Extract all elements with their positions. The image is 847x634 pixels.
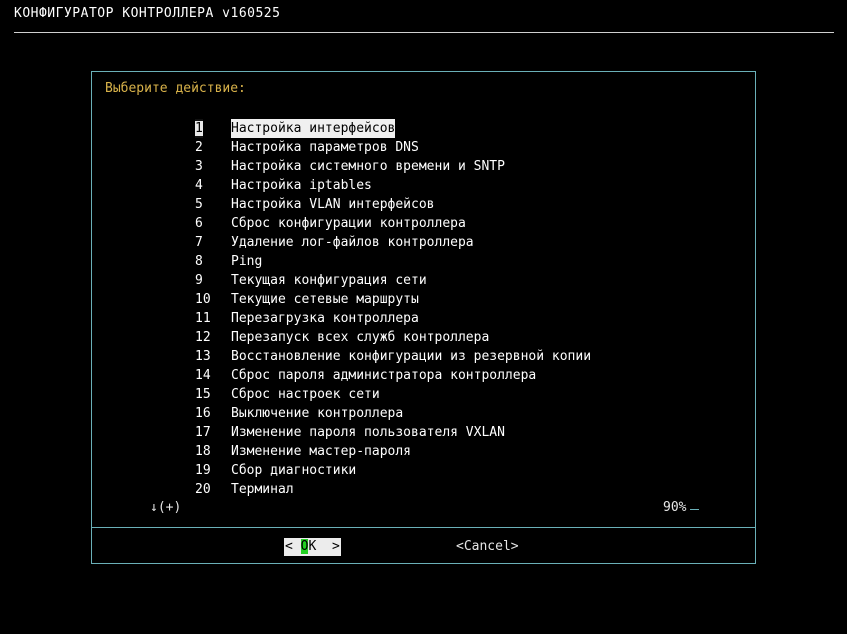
menu-item-key: 10	[195, 292, 211, 307]
menu-item-key: 6	[195, 216, 203, 231]
more-items-indicator: ↓(+)	[150, 500, 182, 515]
menu-item-3[interactable]: 3 Настройка системного времени и SNTP	[92, 157, 755, 176]
menu-item-10[interactable]: 10 Текущие сетевые маршруты	[92, 290, 755, 309]
menu-item-16[interactable]: 16 Выключение контроллера	[92, 404, 755, 423]
menu-item-key: 1	[195, 119, 203, 138]
ok-button[interactable]: < OK >	[284, 538, 341, 556]
menu-item-key: 16	[195, 406, 211, 421]
menu-item-11[interactable]: 11 Перезагрузка контроллера	[92, 309, 755, 328]
button-row-divider	[92, 527, 755, 528]
menu-item-4[interactable]: 4 Настройка iptables	[92, 176, 755, 195]
menu-item-label: Настройка интерфейсов	[231, 119, 396, 138]
menu-item-key: 9	[195, 273, 203, 288]
dialog-prompt: Выберите действие:	[105, 81, 246, 96]
title-divider	[14, 32, 834, 33]
menu-item-label: Настройка VLAN интерфейсов	[231, 197, 435, 212]
menu-item-label: Настройка параметров DNS	[231, 140, 419, 155]
menu-item-label: Сбор диагностики	[231, 463, 357, 478]
menu-item-6[interactable]: 6 Сброс конфигурации контроллера	[92, 214, 755, 233]
menu-item-9[interactable]: 9 Текущая конфигурация сети	[92, 271, 755, 290]
menu-item-label: Удаление лог-файлов контроллера	[231, 235, 474, 250]
menu-item-label: Терминал	[231, 482, 294, 497]
menu-item-label: Сброс настроек сети	[231, 387, 380, 402]
menu-item-label: Ping	[231, 254, 263, 269]
menu-list: 1 Настройка интерфейсов 2 Настройка парамет…	[92, 119, 755, 499]
menu-item-label: Настройка iptables	[231, 178, 372, 193]
menu-item-label: Выключение контроллера	[231, 406, 404, 421]
app-title: КОНФИГУРАТОР КОНТРОЛЛЕРА v160525	[14, 6, 281, 21]
menu-item-key: 3	[195, 159, 203, 174]
menu-item-5[interactable]: 5 Настройка VLAN интерфейсов	[92, 195, 755, 214]
menu-item-key: 15	[195, 387, 211, 402]
menu-item-label: Текущая конфигурация сети	[231, 273, 427, 288]
menu-item-2[interactable]: 2 Настройка параметров DNS	[92, 138, 755, 157]
menu-dialog: Выберите действие: 1 Настройка интерфейсо…	[91, 71, 756, 564]
menu-item-key: 14	[195, 368, 211, 383]
menu-item-key: 17	[195, 425, 211, 440]
menu-item-20[interactable]: 20 Терминал	[92, 480, 755, 499]
menu-item-label: Изменение пароля пользователя VXLAN	[231, 425, 505, 440]
menu-item-key: 5	[195, 197, 203, 212]
menu-item-13[interactable]: 13 Восстановление конфигурации из резервн…	[92, 347, 755, 366]
menu-item-key: 2	[195, 140, 203, 155]
menu-item-label: Перезапуск всех служб контроллера	[231, 330, 490, 345]
menu-item-key: 11	[195, 311, 211, 326]
menu-item-key: 19	[195, 463, 211, 478]
ok-button-rest: K >	[308, 539, 340, 554]
menu-item-19[interactable]: 19 Сбор диагностики	[92, 461, 755, 480]
menu-item-label: Сброс пароля администратора контроллера	[231, 368, 537, 383]
scroll-indicator-bar	[690, 509, 699, 510]
cancel-button[interactable]: <Cancel>	[456, 538, 519, 556]
menu-item-key: 13	[195, 349, 211, 364]
menu-item-15[interactable]: 15 Сброс настроек сети	[92, 385, 755, 404]
scroll-percent: 90%	[663, 500, 687, 515]
menu-item-key-cursor: 1	[195, 121, 203, 136]
menu-item-label: Настройка системного времени и SNTP	[231, 159, 505, 174]
menu-item-label: Изменение мастер-пароля	[231, 444, 412, 459]
menu-item-key: 12	[195, 330, 211, 345]
menu-item-17[interactable]: 17 Изменение пароля пользователя VXLAN	[92, 423, 755, 442]
menu-item-14[interactable]: 14 Сброс пароля администратора контроллер…	[92, 366, 755, 385]
ok-button-left: <	[285, 539, 301, 554]
menu-item-key: 4	[195, 178, 203, 193]
menu-item-12[interactable]: 12 Перезапуск всех служб контроллера	[92, 328, 755, 347]
menu-item-label: Сброс конфигурации контроллера	[231, 216, 466, 231]
menu-item-label: Текущие сетевые маршруты	[231, 292, 419, 307]
menu-item-7[interactable]: 7 Удаление лог-файлов контроллера	[92, 233, 755, 252]
menu-item-key: 8	[195, 254, 203, 269]
menu-item-8[interactable]: 8 Ping	[92, 252, 755, 271]
menu-item-18[interactable]: 18 Изменение мастер-пароля	[92, 442, 755, 461]
menu-item-label: Перезагрузка контроллера	[231, 311, 419, 326]
menu-item-key: 18	[195, 444, 211, 459]
menu-item-key: 20	[195, 482, 211, 497]
menu-item-key: 7	[195, 235, 203, 250]
menu-item-label: Восстановление конфигурации из резервной…	[231, 349, 592, 364]
menu-item-1[interactable]: 1 Настройка интерфейсов	[92, 119, 755, 138]
